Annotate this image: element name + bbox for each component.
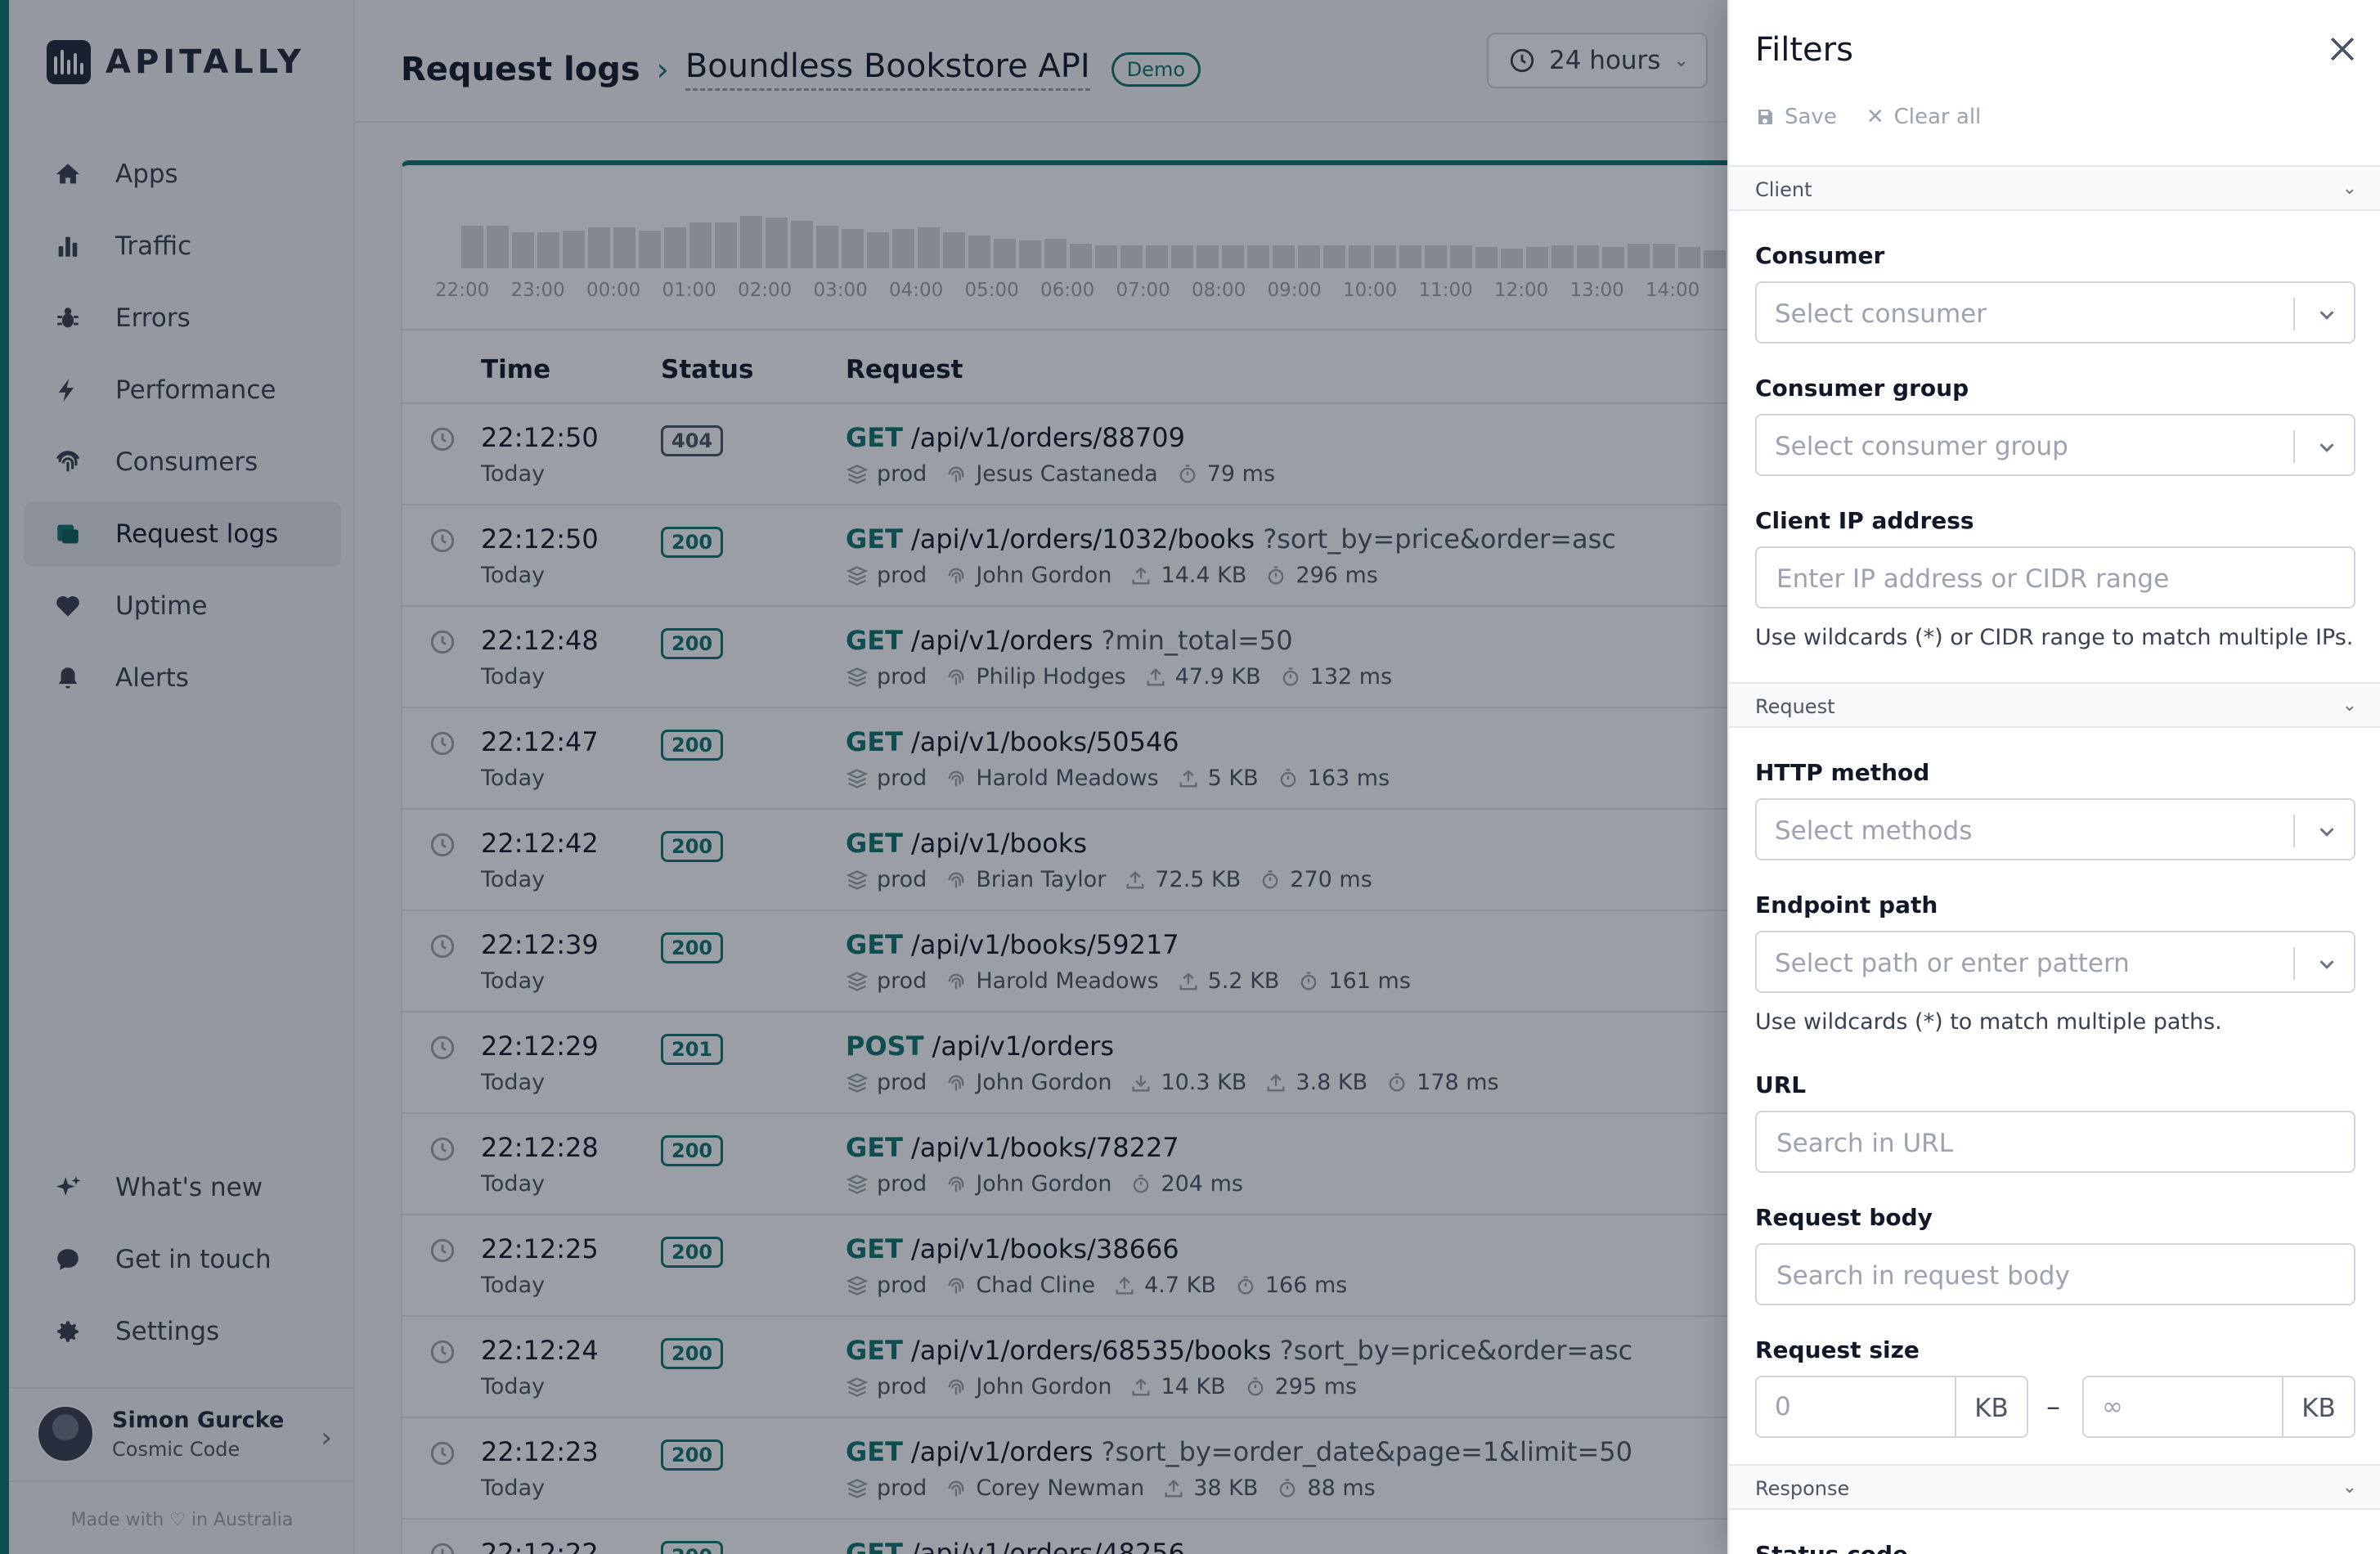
close-icon[interactable] — [2324, 31, 2360, 67]
chevron-down-icon: ⌄ — [2342, 1477, 2357, 1498]
request-body-label: Request body — [1755, 1204, 1933, 1231]
select-divider — [2293, 947, 2295, 980]
range-separator: – — [2046, 1390, 2060, 1423]
client-ip-help: Use wildcards (*) or CIDR range to match… — [1755, 625, 2354, 650]
placeholder: Enter IP address or CIDR range — [1776, 564, 2170, 594]
placeholder: ∞ — [2102, 1392, 2123, 1422]
request-size-label: Request size — [1755, 1336, 1920, 1363]
placeholder: Select methods — [1775, 816, 1973, 846]
consumer-group-select[interactable]: Select consumer group — [1755, 414, 2355, 476]
chevron-down-icon — [2319, 443, 2334, 452]
consumer-label: Consumer — [1755, 242, 1885, 269]
chevron-down-icon — [2319, 960, 2334, 969]
filters-title: Filters — [1755, 31, 1853, 69]
url-input[interactable]: Search in URL — [1755, 1111, 2355, 1173]
chevron-down-icon — [2319, 311, 2334, 320]
modal-backdrop[interactable] — [0, 0, 1727, 1554]
section-request[interactable]: Request ⌄ — [1729, 682, 2380, 728]
section-response[interactable]: Response ⌄ — [1729, 1464, 2380, 1510]
http-method-label: HTTP method — [1755, 759, 1930, 786]
save-icon — [1758, 110, 1772, 124]
chevron-down-icon: ⌄ — [2342, 695, 2357, 716]
section-client[interactable]: Client ⌄ — [1729, 165, 2380, 211]
select-divider — [2293, 298, 2295, 330]
clear-all-label: Clear all — [1893, 105, 1982, 129]
app-root: APITALLY Apps Traffic Errors Performance — [0, 0, 2380, 1554]
consumer-select[interactable]: Select consumer — [1755, 281, 2355, 344]
unit-addon: KB — [1955, 1377, 2027, 1436]
url-label: URL — [1755, 1071, 1807, 1098]
section-label: Request — [1755, 695, 1835, 718]
placeholder: Search in request body — [1776, 1261, 2070, 1291]
chevron-down-icon: ⌄ — [2342, 178, 2357, 199]
placeholder: Search in URL — [1776, 1129, 1953, 1158]
request-size-min-input[interactable]: 0 KB — [1755, 1376, 2028, 1438]
unit-addon: KB — [2282, 1377, 2354, 1436]
filters-panel: Filters Save ✕ Clear all Client ⌄ Consum… — [1727, 0, 2380, 1554]
select-divider — [2293, 430, 2295, 463]
section-label: Client — [1755, 178, 1812, 201]
filters-actions: Save ✕ Clear all — [1755, 105, 1981, 129]
request-size-max-input[interactable]: ∞ KB — [2082, 1376, 2355, 1438]
client-ip-label: Client IP address — [1755, 507, 1974, 534]
placeholder: Select path or enter pattern — [1775, 949, 2130, 978]
endpoint-path-label: Endpoint path — [1755, 892, 1938, 918]
placeholder: 0 — [1775, 1392, 1791, 1422]
request-body-input[interactable]: Search in request body — [1755, 1243, 2355, 1305]
consumer-group-label: Consumer group — [1755, 375, 1969, 402]
clear-all-button[interactable]: ✕ Clear all — [1866, 105, 1981, 129]
section-label: Response — [1755, 1477, 1850, 1500]
client-ip-input[interactable]: Enter IP address or CIDR range — [1755, 546, 2355, 609]
placeholder: Select consumer — [1775, 299, 1987, 329]
status-code-label: Status code — [1755, 1541, 1908, 1554]
http-method-select[interactable]: Select methods — [1755, 798, 2355, 860]
endpoint-path-help: Use wildcards (*) to match multiple path… — [1755, 1009, 2222, 1035]
chevron-down-icon — [2319, 828, 2334, 837]
endpoint-path-select[interactable]: Select path or enter pattern — [1755, 931, 2355, 993]
placeholder: Select consumer group — [1775, 432, 2068, 461]
save-label: Save — [1785, 105, 1837, 129]
save-filters-button[interactable]: Save — [1755, 105, 1837, 129]
x-icon: ✕ — [1866, 105, 1884, 129]
select-divider — [2293, 815, 2295, 847]
